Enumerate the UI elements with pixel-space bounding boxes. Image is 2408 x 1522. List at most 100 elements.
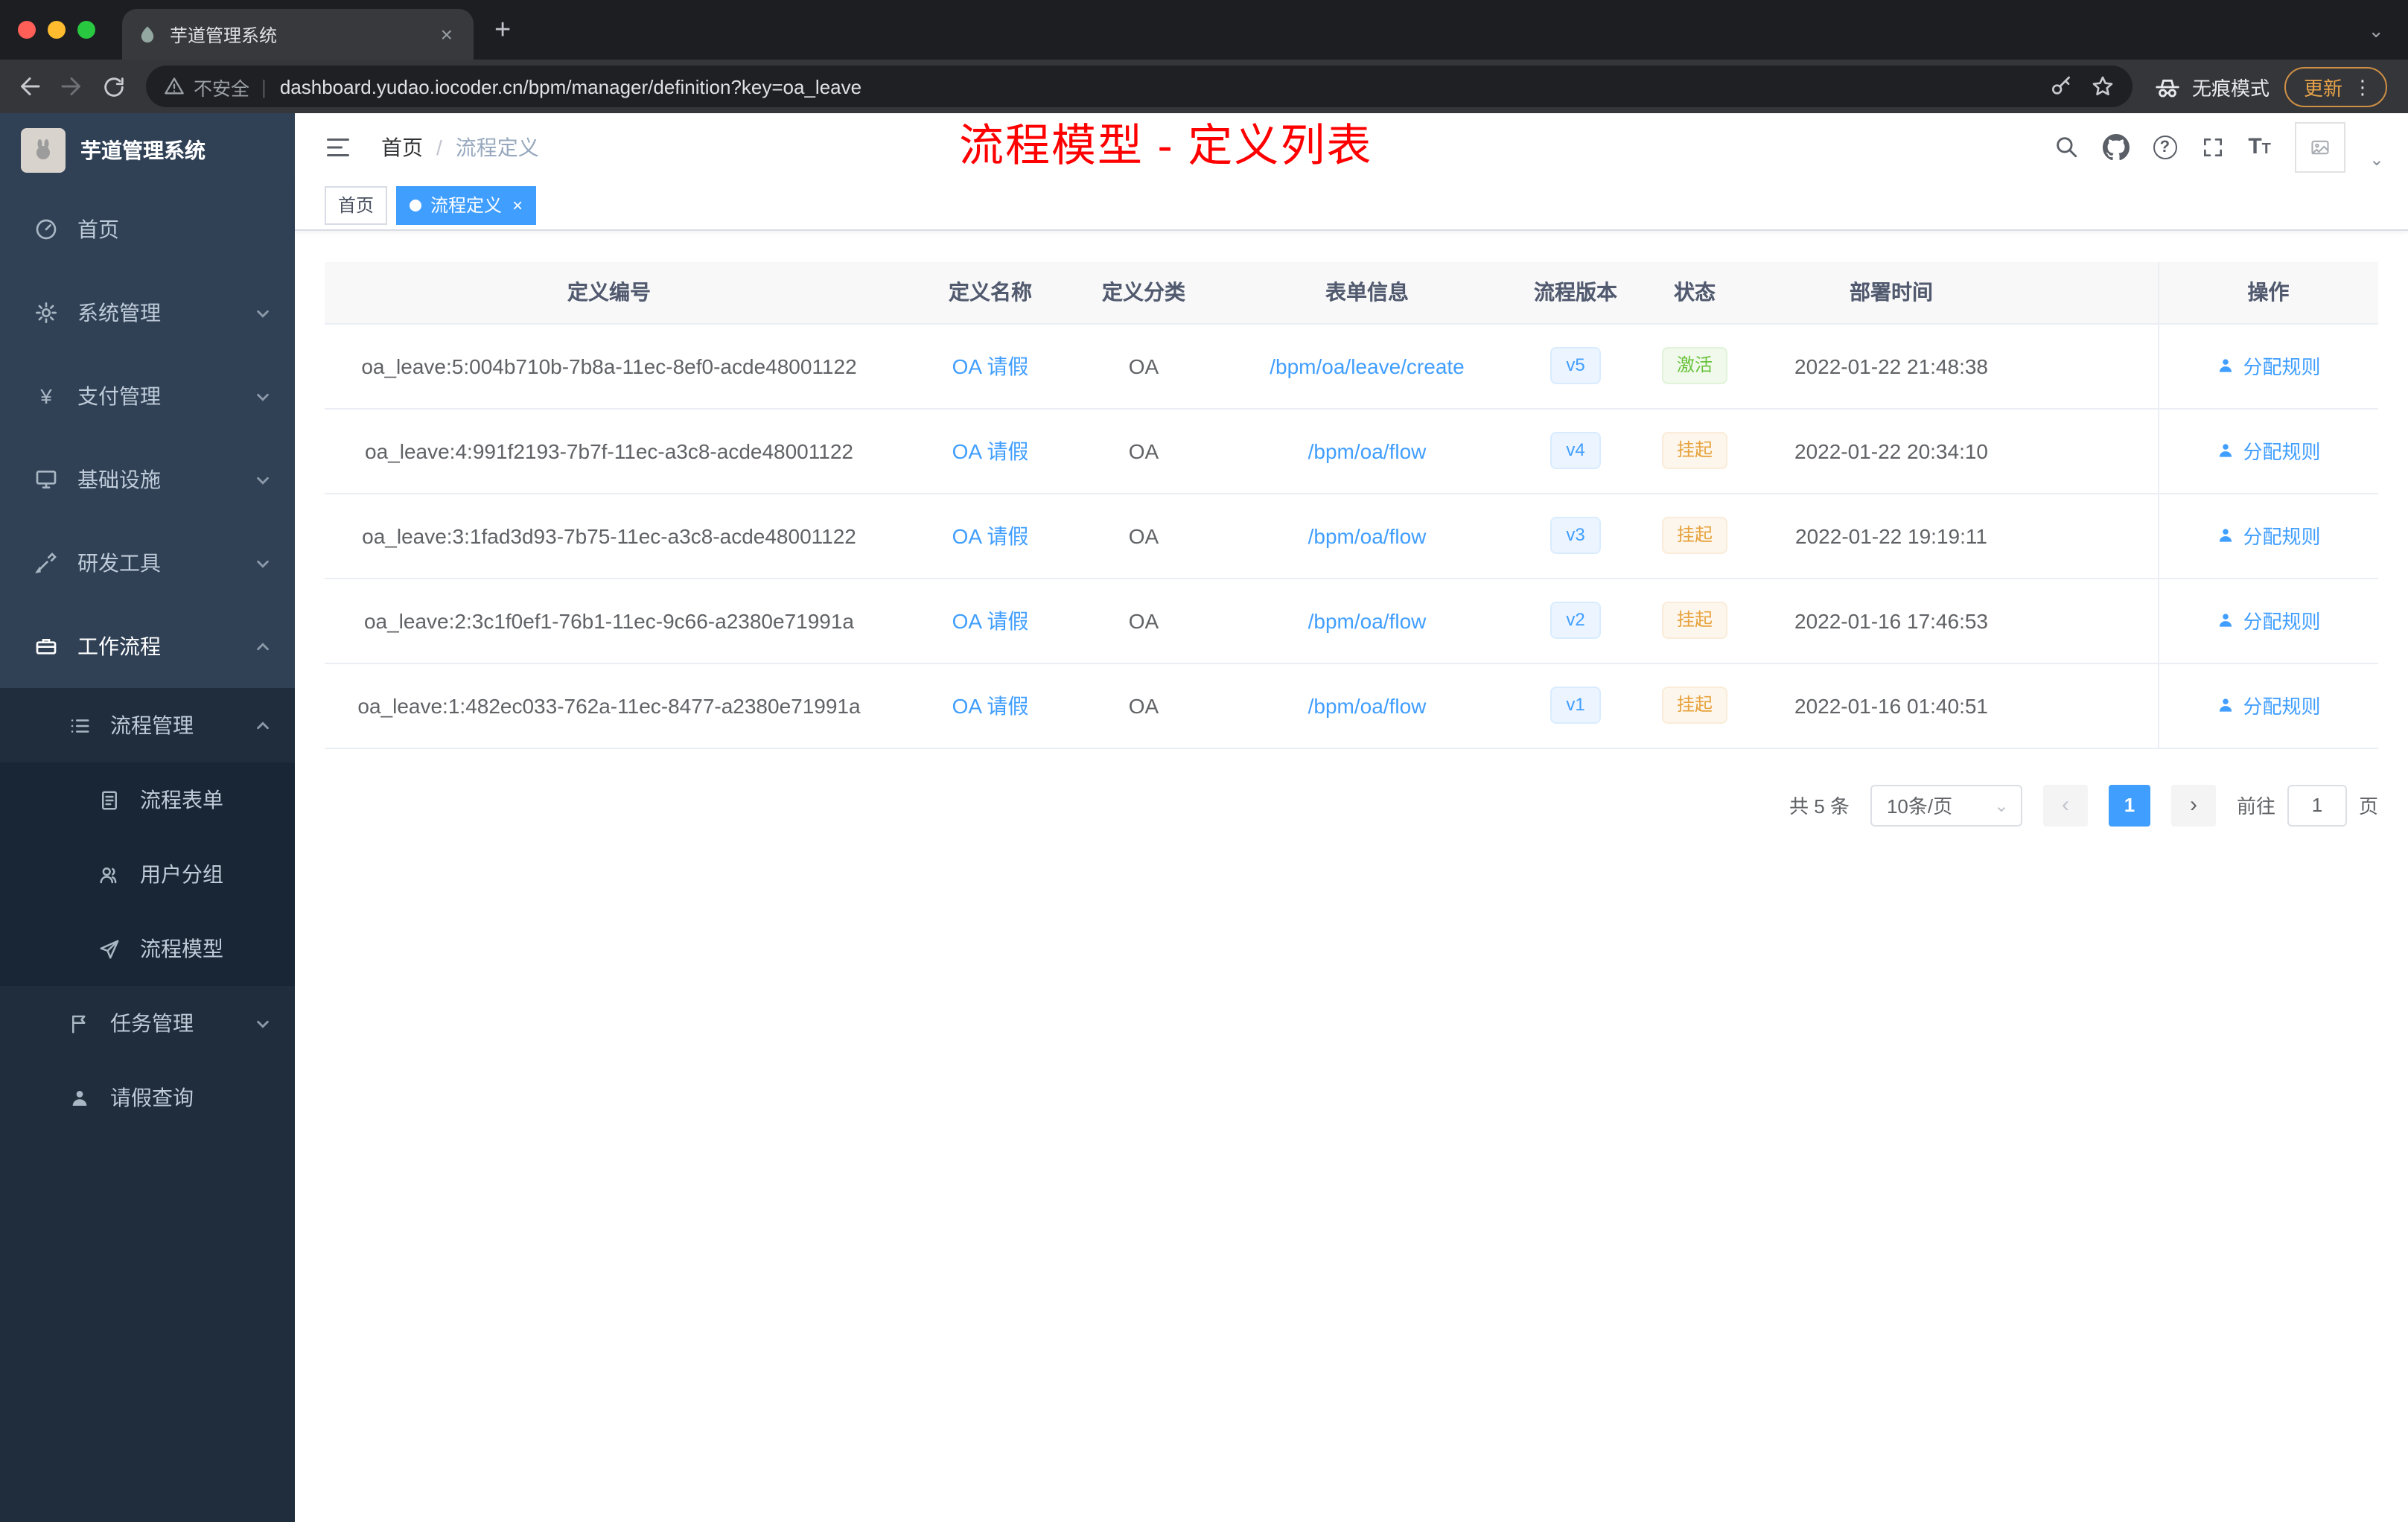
version-tag: v2 <box>1549 602 1602 639</box>
sidebar-item-process-form[interactable]: 流程表单 <box>0 762 295 837</box>
tools-icon <box>33 551 60 575</box>
cell-definition-id: oa_leave:2:3c1f0ef1-76b1-11ec-9c66-a2380… <box>325 578 894 663</box>
avatar-caret-icon[interactable]: ⌄ <box>2369 150 2384 168</box>
tab-search-icon[interactable]: ⌄ <box>2368 20 2384 39</box>
sidebar-item-process-model[interactable]: 流程模型 <box>0 911 295 986</box>
assign-rule-button[interactable]: 分配规则 <box>2216 521 2321 550</box>
new-tab-button[interactable]: + <box>494 16 511 44</box>
app-logo-row[interactable]: 芋道管理系统 <box>0 113 295 188</box>
cell-deploy-time: 2022-01-22 19:19:11 <box>1772 493 2010 579</box>
definition-name-link[interactable]: OA 请假 <box>952 354 1029 378</box>
col-definition-id: 定义编号 <box>325 262 894 324</box>
sidebar-item-devtools[interactable]: 研发工具 <box>0 521 295 605</box>
person-icon <box>2220 614 2232 627</box>
chevron-down-icon <box>255 555 271 571</box>
form-info-link[interactable]: /bpm/oa/flow <box>1308 693 1427 717</box>
fullscreen-icon[interactable] <box>2200 135 2224 159</box>
sidebar-item-leave-query[interactable]: 请假查询 <box>0 1060 295 1135</box>
gear-icon <box>33 301 60 325</box>
address-bar[interactable]: 不安全 | dashboard.yudao.iocoder.cn/bpm/man… <box>146 66 2133 107</box>
sidebar-item-payment[interactable]: ¥ 支付管理 <box>0 354 295 438</box>
browser-toolbar: 不安全 | dashboard.yudao.iocoder.cn/bpm/man… <box>0 60 2408 113</box>
form-info-link[interactable]: /bpm/oa/leave/create <box>1270 354 1465 378</box>
flag-icon <box>66 1012 92 1034</box>
avatar[interactable] <box>2294 121 2345 172</box>
cell-definition-id: oa_leave:4:991f2193-7b7f-11ec-a3c8-acde4… <box>325 408 894 494</box>
minimize-window-button[interactable] <box>48 21 66 39</box>
chevron-up-icon <box>255 638 271 655</box>
col-filler <box>2010 262 2158 324</box>
sidebar-item-user-group[interactable]: 用户分组 <box>0 837 295 911</box>
close-window-button[interactable] <box>18 21 36 39</box>
person-icon <box>2220 359 2232 372</box>
password-key-icon[interactable] <box>2049 74 2073 98</box>
update-label: 更新 <box>2303 77 2342 99</box>
cell-category: OA <box>1087 323 1200 409</box>
table-row: oa_leave:5:004b710b-7b8a-11ec-8ef0-acde4… <box>325 323 2378 409</box>
tag-home[interactable]: 首页 <box>325 185 388 224</box>
tag-process-definition[interactable]: 流程定义 × <box>396 185 537 224</box>
reload-button[interactable] <box>92 66 134 107</box>
security-warning-icon <box>164 76 185 97</box>
sidebar-item-home[interactable]: 首页 <box>0 188 295 271</box>
goto-page: 前往 1 页 <box>2237 784 2378 826</box>
person-icon <box>66 1086 92 1109</box>
assign-rule-button[interactable]: 分配规则 <box>2216 606 2321 634</box>
cell-category: OA <box>1087 408 1200 494</box>
browser-update-button[interactable]: 更新 ⋮ <box>2284 66 2387 106</box>
tag-close-icon[interactable]: × <box>512 196 523 214</box>
person-icon <box>2220 698 2232 712</box>
cell-deploy-time: 2022-01-16 01:40:51 <box>1772 663 2010 748</box>
prev-page-button[interactable]: ‹ <box>2042 784 2088 826</box>
next-page-button[interactable]: › <box>2170 784 2216 826</box>
help-icon[interactable]: ? <box>2153 135 2177 159</box>
sidebar-item-system[interactable]: 系统管理 <box>0 271 295 354</box>
back-button[interactable] <box>9 66 51 107</box>
browser-tab[interactable]: 芋道管理系统 × <box>122 9 474 60</box>
definition-name-link[interactable]: OA 请假 <box>952 608 1029 632</box>
breadcrumb: 首页 / 流程定义 <box>381 132 539 162</box>
sidebar-item-process-management[interactable]: 流程管理 <box>0 688 295 762</box>
sidebar-collapse-icon[interactable] <box>319 127 357 166</box>
form-info-link[interactable]: /bpm/oa/flow <box>1308 523 1427 547</box>
breadcrumb-home[interactable]: 首页 <box>381 132 423 162</box>
github-icon[interactable] <box>2102 133 2130 160</box>
page-content: 定义编号 定义名称 定义分类 表单信息 流程版本 状态 部署时间 操作 oa_l… <box>295 231 2408 1522</box>
chevron-down-icon <box>255 471 271 488</box>
assign-rule-button[interactable]: 分配规则 <box>2216 691 2321 719</box>
chevron-down-icon <box>255 1015 271 1031</box>
definition-name-link[interactable]: OA 请假 <box>952 439 1029 462</box>
sidebar: 芋道管理系统 首页 系统管理 ¥ 支付管理 基础设施 研发工具 工作流程 流程管… <box>0 113 295 1522</box>
incognito-badge: 无痕模式 <box>2153 72 2270 101</box>
search-icon[interactable] <box>2053 134 2078 159</box>
tags-view-bar: 首页 流程定义 × <box>295 180 2408 231</box>
forward-button[interactable] <box>51 66 92 107</box>
form-info-link[interactable]: /bpm/oa/flow <box>1308 608 1427 632</box>
maximize-window-button[interactable] <box>77 21 95 39</box>
definition-name-link[interactable]: OA 请假 <box>952 523 1029 547</box>
sidebar-item-workflow[interactable]: 工作流程 <box>0 605 295 688</box>
status-badge: 挂起 <box>1661 687 1727 724</box>
url-text: dashboard.yudao.iocoder.cn/bpm/manager/d… <box>279 75 862 98</box>
cell-definition-id: oa_leave:1:482ec033-762a-11ec-8477-a2380… <box>325 663 894 748</box>
address-divider: | <box>261 75 267 98</box>
form-info-link[interactable]: /bpm/oa/flow <box>1308 439 1427 462</box>
cell-category: OA <box>1087 663 1200 748</box>
user-group-icon <box>95 863 122 885</box>
page-size-select[interactable]: 10条/页 ⌄ <box>1870 784 2022 826</box>
assign-rule-button[interactable]: 分配规则 <box>2216 351 2321 380</box>
col-definition-category: 定义分类 <box>1087 262 1200 324</box>
sidebar-item-infrastructure[interactable]: 基础设施 <box>0 438 295 521</box>
tab-close-icon[interactable]: × <box>435 21 459 48</box>
assign-rule-button[interactable]: 分配规则 <box>2216 436 2321 465</box>
font-size-icon[interactable]: TT <box>2248 136 2271 158</box>
annotation-title: 流程模型 - 定义列表 <box>959 122 1373 171</box>
incognito-label: 无痕模式 <box>2191 77 2270 99</box>
sidebar-item-task-management[interactable]: 任务管理 <box>0 986 295 1060</box>
current-page-button[interactable]: 1 <box>2108 784 2150 826</box>
definition-name-link[interactable]: OA 请假 <box>952 693 1029 717</box>
version-tag: v5 <box>1549 347 1602 384</box>
browser-menu-icon[interactable]: ⋮ <box>2353 77 2372 96</box>
bookmark-star-icon[interactable] <box>2091 74 2115 98</box>
goto-page-input[interactable]: 1 <box>2287 784 2347 826</box>
